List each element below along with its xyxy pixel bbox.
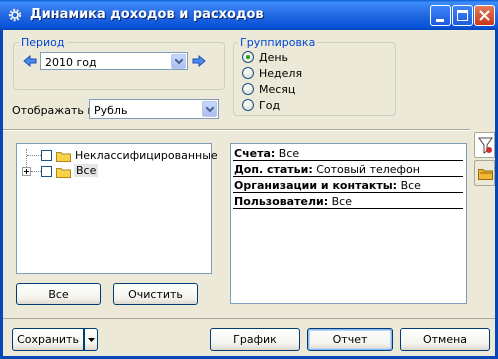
- radio-week-label: Неделя: [259, 67, 303, 80]
- filter-value: Все: [331, 195, 352, 208]
- next-period-arrow-icon[interactable]: [192, 55, 206, 67]
- radio-circle: [242, 67, 254, 79]
- radio-day[interactable]: День: [242, 51, 342, 65]
- radio-month[interactable]: Месяц: [242, 83, 342, 97]
- clear-button[interactable]: Очистить: [113, 283, 198, 305]
- dropdown-arrow-icon: [87, 337, 95, 342]
- folder-icon: [56, 152, 71, 162]
- radio-year[interactable]: Год: [242, 99, 342, 113]
- period-dropdown-button[interactable]: [171, 54, 186, 69]
- maximize-button[interactable]: [452, 5, 473, 26]
- window-title: Динамика доходов и расходов: [30, 7, 264, 22]
- radio-day-label: День: [259, 51, 289, 64]
- window-frame-left: [0, 30, 3, 359]
- display-label: Отображать в:: [12, 104, 98, 117]
- filter-summary: Счета: Все Доп. статьи: Сотовый телефон …: [230, 143, 467, 304]
- gear-icon: [8, 8, 22, 22]
- period-value: 2010 год: [45, 56, 97, 69]
- currency-value: Рубль: [94, 104, 128, 117]
- filter-value: Все: [400, 179, 421, 192]
- filter-organizations[interactable]: Организации и контакты: Все: [233, 178, 463, 193]
- select-all-button[interactable]: Все: [16, 283, 101, 305]
- tree-line: [27, 155, 41, 156]
- tree-checkbox[interactable]: [41, 150, 52, 161]
- filter-key: Организации и контакты:: [234, 179, 398, 192]
- save-button[interactable]: Сохранить: [12, 328, 84, 351]
- save-dropdown-button[interactable]: [84, 328, 98, 351]
- filter-value: Сотовый телефон: [316, 163, 420, 176]
- side-tab-folder[interactable]: [474, 160, 495, 186]
- radio-selected-dot: [246, 55, 250, 59]
- period-select[interactable]: 2010 год: [40, 52, 188, 70]
- folder-icon: [56, 168, 71, 178]
- cancel-button[interactable]: Отмена: [400, 328, 490, 351]
- category-tree[interactable]: Неклассифицированные Все: [16, 143, 218, 274]
- filter-accounts[interactable]: Счета: Все: [233, 146, 463, 161]
- chart-button[interactable]: График: [210, 328, 300, 351]
- filter-key: Счета:: [234, 147, 276, 160]
- filter-users[interactable]: Пользователи: Все: [233, 194, 463, 209]
- radio-circle: [242, 51, 254, 63]
- filter-funnel-icon: [478, 137, 493, 154]
- tree-line: [31, 171, 41, 172]
- close-button[interactable]: [474, 5, 495, 26]
- minimize-icon: [436, 19, 444, 22]
- currency-select[interactable]: Рубль: [89, 99, 219, 119]
- filter-key: Пользователи:: [234, 195, 329, 208]
- period-label: Период: [19, 36, 67, 49]
- prev-period-arrow-icon[interactable]: [23, 55, 37, 67]
- maximize-icon: [457, 10, 468, 21]
- chevron-down-icon: [206, 107, 214, 113]
- chevron-down-icon: [175, 59, 183, 65]
- tree-item-label: Все: [74, 164, 99, 177]
- radio-month-label: Месяц: [259, 83, 296, 96]
- radio-week[interactable]: Неделя: [242, 67, 342, 81]
- radio-circle: [242, 83, 254, 95]
- footer-divider: [3, 318, 495, 319]
- currency-dropdown-button[interactable]: [202, 101, 217, 117]
- grouping-label: Группировка: [238, 36, 318, 49]
- close-icon: [479, 10, 490, 21]
- minimize-button[interactable]: [430, 5, 451, 26]
- tree-item-unclassified[interactable]: Неклассифицированные: [41, 149, 218, 163]
- tree-item-label: Неклассифицированные: [75, 149, 218, 162]
- filter-key: Доп. статьи:: [234, 163, 313, 176]
- plus-icon-v: [26, 169, 27, 174]
- radio-year-label: Год: [259, 99, 281, 112]
- filter-extra-items[interactable]: Доп. статьи: Сотовый телефон: [233, 162, 463, 177]
- report-button[interactable]: Отчет: [307, 328, 393, 351]
- folder-stack-icon: [478, 169, 493, 180]
- radio-circle: [242, 99, 254, 111]
- side-tab-filter[interactable]: [474, 132, 495, 158]
- filter-value: Все: [278, 147, 300, 160]
- divider: [3, 129, 470, 131]
- tree-item-all[interactable]: Все: [41, 164, 211, 179]
- tree-checkbox[interactable]: [41, 166, 52, 177]
- expand-toggle[interactable]: [22, 167, 31, 176]
